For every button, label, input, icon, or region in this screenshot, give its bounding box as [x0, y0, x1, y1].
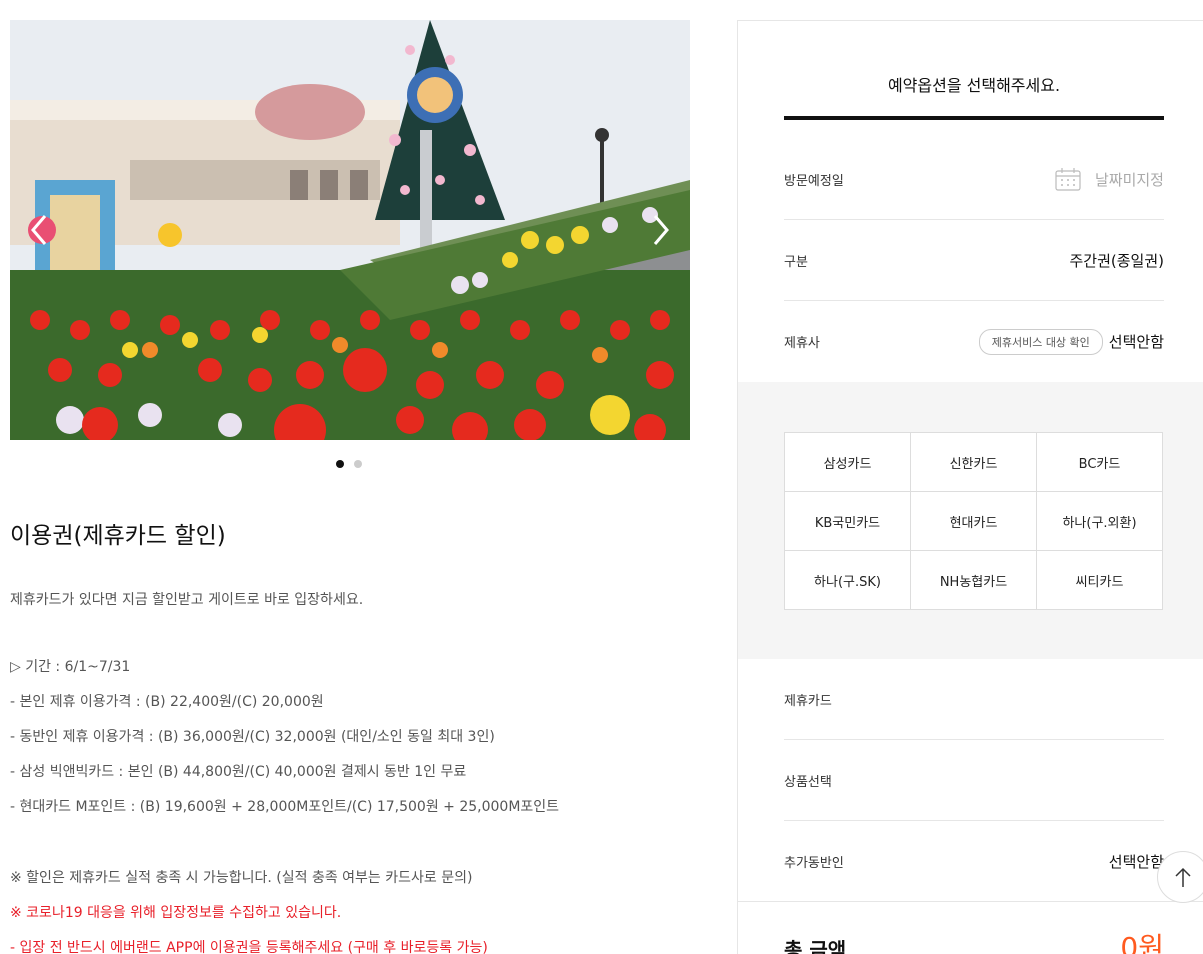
- info-line: - 삼성 빅앤빅카드 : 본인 (B) 44,800원/(C) 40,000원 …: [10, 764, 467, 780]
- covid-notice: ※ 코로나19 대응을 위해 입장정보를 수집하고 있습니다.: [10, 905, 342, 921]
- companion-label: 추가동반인: [784, 856, 844, 871]
- info-line: - 현대카드 M포인트 : (B) 19,600원 + 28,000M포인트/(…: [10, 799, 560, 815]
- partner-card-label: 제휴카드: [784, 693, 832, 709]
- scroll-top-button[interactable]: [1157, 851, 1203, 903]
- arrow-up-icon: [1175, 867, 1191, 887]
- card-option-citi[interactable]: 씨티카드: [1037, 551, 1163, 610]
- total-amount: 총 금액 0원: [784, 926, 1164, 954]
- visit-date-label: 방문예정일: [784, 173, 844, 189]
- ticket-type-value: 주간권(종일권): [1069, 251, 1164, 270]
- card-grid: 삼성카드 신한카드 BC카드 KB국민카드 현대카드 하나(구.외환) 하나(구…: [784, 432, 1163, 610]
- product-title: 이용권(제휴카드 할인): [10, 523, 226, 549]
- panel-heading: 예약옵션을 선택해주세요.: [784, 21, 1164, 120]
- ticket-type-label: 구분: [784, 254, 808, 270]
- partner-row[interactable]: 제휴사 제휴서비스 대상 확인 선택안함: [784, 301, 1164, 382]
- chevron-left-icon: [31, 215, 47, 245]
- card-option-samsung[interactable]: 삼성카드: [785, 433, 911, 492]
- booking-panel: 예약옵션을 선택해주세요. 방문예정일 날짜미지정 구분 주간권(종일권) 제휴…: [737, 20, 1203, 954]
- date-picker[interactable]: 날짜미지정: [1055, 167, 1164, 191]
- card-option-kb[interactable]: KB국민카드: [785, 492, 911, 551]
- visit-date-value: 날짜미지정: [1094, 170, 1164, 189]
- card-option-hana-keb[interactable]: 하나(구.외환): [1037, 492, 1163, 551]
- companion-value: 선택안함: [1108, 853, 1164, 871]
- product-select-label: 상품선택: [784, 774, 832, 790]
- card-option-hana-sk[interactable]: 하나(구.SK): [785, 551, 911, 610]
- partner-value: 선택안함: [1108, 333, 1164, 351]
- partner-card-row[interactable]: 제휴카드: [784, 659, 1164, 740]
- product-notes: ※ 할인은 제휴카드 실적 충족 시 가능합니다. (실적 충족 여부는 카드사…: [10, 867, 488, 954]
- product-select-row[interactable]: 상품선택: [784, 740, 1164, 821]
- info-line-period: ▷ 기간 : 6/1~7/31: [10, 659, 131, 675]
- product-photo: [10, 20, 690, 440]
- card-option-nh[interactable]: NH농협카드: [911, 551, 1037, 610]
- card-option-hyundai[interactable]: 현대카드: [911, 492, 1037, 551]
- product-intro: 제휴카드가 있다면 지금 할인받고 게이트로 바로 입장하세요.: [10, 592, 364, 608]
- slider-dot[interactable]: [336, 460, 344, 468]
- calendar-icon: [1055, 167, 1081, 191]
- slider-dot[interactable]: [354, 460, 362, 468]
- info-line: - 본인 제휴 이용가격 : (B) 22,400원/(C) 20,000원: [10, 694, 324, 710]
- card-option-bc[interactable]: BC카드: [1037, 433, 1163, 492]
- ticket-type-row[interactable]: 구분 주간권(종일권): [784, 220, 1164, 301]
- total-label: 총 금액: [784, 938, 847, 954]
- visit-date-row[interactable]: 방문예정일 날짜미지정: [784, 139, 1164, 220]
- chevron-right-icon: [653, 215, 669, 245]
- divider: [738, 901, 1203, 902]
- partner-label: 제휴사: [784, 336, 820, 351]
- product-info-list: ▷ 기간 : 6/1~7/31 - 본인 제휴 이용가격 : (B) 22,40…: [10, 656, 559, 831]
- card-option-shinhan[interactable]: 신한카드: [911, 433, 1037, 492]
- partner-card-selector: 삼성카드 신한카드 BC카드 KB국민카드 현대카드 하나(구.외환) 하나(구…: [738, 382, 1203, 659]
- slider-prev-button[interactable]: [25, 210, 55, 250]
- partner-check-button[interactable]: 제휴서비스 대상 확인: [978, 328, 1103, 355]
- total-value: 0원: [1120, 931, 1164, 954]
- partner-selection: 제휴서비스 대상 확인 선택안함: [978, 328, 1164, 355]
- slider-pagination: [336, 460, 362, 468]
- slider-next-button[interactable]: [645, 210, 675, 250]
- app-register-notice: - 입장 전 반드시 에버랜드 APP에 이용권을 등록해주세요 (구매 후 바…: [10, 940, 488, 954]
- note-line: ※ 할인은 제휴카드 실적 충족 시 가능합니다. (실적 충족 여부는 카드사…: [10, 870, 473, 886]
- info-line: - 동반인 제휴 이용가격 : (B) 36,000원/(C) 32,000원 …: [10, 729, 495, 745]
- product-image-slider[interactable]: [10, 20, 690, 440]
- companion-row[interactable]: 추가동반인 선택안함: [784, 821, 1164, 902]
